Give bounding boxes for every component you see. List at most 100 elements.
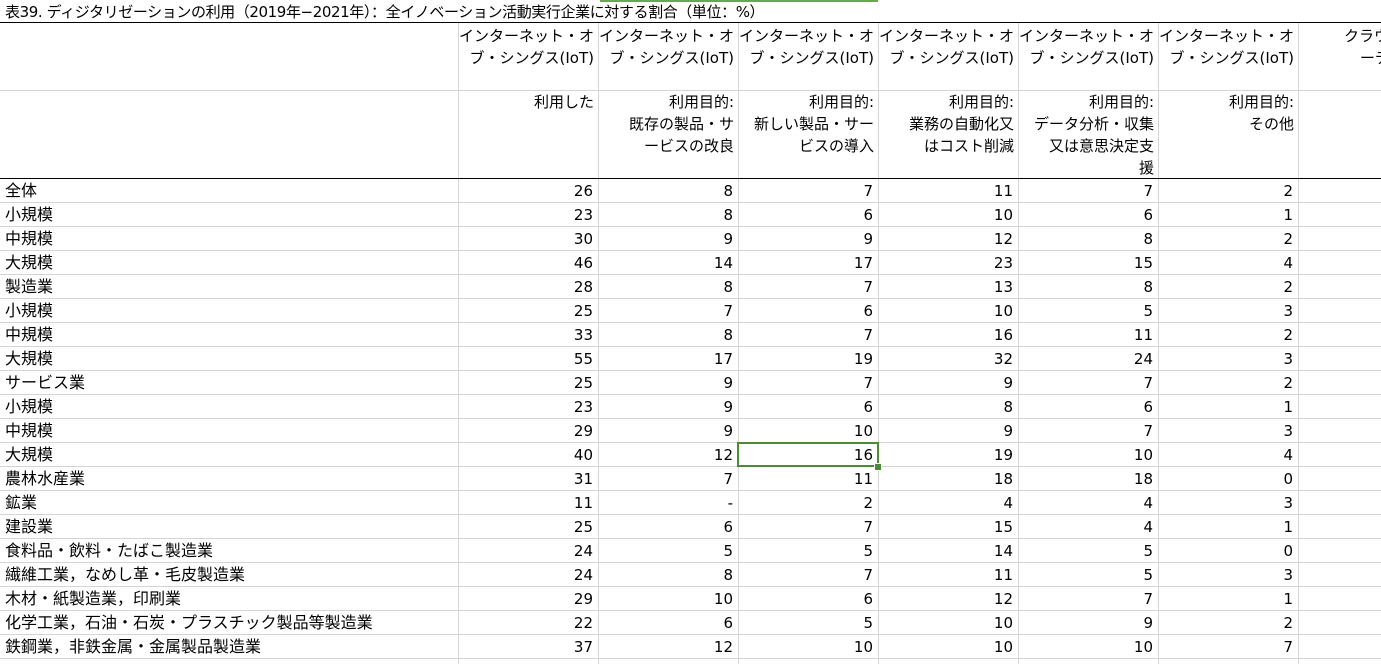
table-cell[interactable]: 12: [598, 443, 738, 467]
table-cell[interactable]: 33: [458, 323, 598, 347]
table-cell[interactable]: 26: [458, 179, 598, 203]
table-cell[interactable]: 10: [878, 611, 1018, 635]
row-label[interactable]: 大規模: [5, 347, 455, 371]
table-cell[interactable]: 6: [1018, 395, 1158, 419]
row-label[interactable]: 木材・紙製造業，印刷業: [5, 587, 455, 611]
table-cell[interactable]: 29: [458, 587, 598, 611]
row-label[interactable]: 小規模: [5, 299, 455, 323]
table-cell[interactable]: 25: [458, 299, 598, 323]
table-cell[interactable]: 18: [878, 467, 1018, 491]
table-cell[interactable]: 19: [878, 443, 1018, 467]
table-cell[interactable]: 7: [598, 467, 738, 491]
table-cell[interactable]: 3: [1158, 563, 1298, 587]
table-cell[interactable]: 17: [598, 347, 738, 371]
row-label[interactable]: 鉄鋼業，非鉄金属・金属製品製造業: [5, 635, 455, 659]
table-cell[interactable]: 12: [878, 227, 1018, 251]
table-cell[interactable]: 3: [1158, 419, 1298, 443]
table-cell-empty[interactable]: [1298, 563, 1381, 587]
column-subheader[interactable]: 利用目的: 既存の製品・サ ービスの改良: [598, 91, 738, 157]
table-cell[interactable]: 7: [738, 371, 878, 395]
table-cell[interactable]: 24: [1018, 347, 1158, 371]
table-cell[interactable]: 31: [458, 467, 598, 491]
table-cell-empty[interactable]: [1298, 179, 1381, 203]
table-cell[interactable]: 15: [878, 515, 1018, 539]
table-cell-empty[interactable]: [1298, 539, 1381, 563]
table-cell[interactable]: 23: [458, 203, 598, 227]
table-cell-empty[interactable]: [1298, 587, 1381, 611]
table-cell[interactable]: -: [598, 491, 738, 515]
table-cell[interactable]: 28: [458, 275, 598, 299]
table-cell[interactable]: 17: [738, 251, 878, 275]
table-cell[interactable]: 1: [1158, 515, 1298, 539]
table-cell[interactable]: 2: [1158, 371, 1298, 395]
row-label[interactable]: 建設業: [5, 515, 455, 539]
table-cell[interactable]: 10: [878, 299, 1018, 323]
table-cell[interactable]: 5: [1018, 563, 1158, 587]
table-cell-empty[interactable]: [1298, 251, 1381, 275]
table-cell[interactable]: 6: [1018, 203, 1158, 227]
row-label[interactable]: 大規模: [5, 251, 455, 275]
table-cell[interactable]: 4: [878, 491, 1018, 515]
table-cell[interactable]: 3: [1158, 299, 1298, 323]
column-subheader[interactable]: 利用した: [458, 91, 598, 113]
table-cell[interactable]: 11: [878, 179, 1018, 203]
table-cell[interactable]: 8: [598, 563, 738, 587]
table-cell[interactable]: 19: [738, 347, 878, 371]
column-group-header[interactable]: インターネット・オ ブ・シングス(IoT): [878, 25, 1018, 69]
table-cell[interactable]: 11: [878, 563, 1018, 587]
table-cell[interactable]: 7: [1018, 587, 1158, 611]
table-title[interactable]: 表39. ディジタリゼーションの利用（2019年−2021年）：全イノベーション…: [5, 1, 765, 23]
row-label[interactable]: 小規模: [5, 395, 455, 419]
row-label[interactable]: サービス業: [5, 371, 455, 395]
table-cell[interactable]: 8: [598, 203, 738, 227]
table-cell[interactable]: 4: [1018, 491, 1158, 515]
table-cell[interactable]: 8: [598, 179, 738, 203]
table-cell[interactable]: 5: [738, 539, 878, 563]
table-cell[interactable]: 6: [738, 203, 878, 227]
row-label[interactable]: 中規模: [5, 227, 455, 251]
table-cell[interactable]: 0: [1158, 539, 1298, 563]
table-cell[interactable]: 24: [458, 539, 598, 563]
table-cell[interactable]: 15: [1018, 251, 1158, 275]
table-cell-empty[interactable]: [1298, 443, 1381, 467]
table-cell[interactable]: 6: [738, 299, 878, 323]
table-cell[interactable]: 2: [738, 491, 878, 515]
table-cell-empty[interactable]: [1298, 347, 1381, 371]
column-group-header[interactable]: インターネット・オ ブ・シングス(IoT): [1018, 25, 1158, 69]
table-cell[interactable]: 12: [598, 635, 738, 659]
table-cell[interactable]: 10: [1018, 635, 1158, 659]
column-subheader[interactable]: 利用目的: その他: [1158, 91, 1298, 135]
table-cell[interactable]: 30: [458, 227, 598, 251]
table-cell[interactable]: 8: [1018, 275, 1158, 299]
table-cell[interactable]: 9: [878, 419, 1018, 443]
table-cell[interactable]: 8: [878, 395, 1018, 419]
table-cell[interactable]: 5: [598, 539, 738, 563]
table-cell[interactable]: 4: [1018, 515, 1158, 539]
table-cell[interactable]: 10: [738, 635, 878, 659]
table-cell[interactable]: 5: [1018, 539, 1158, 563]
table-cell[interactable]: 7: [738, 323, 878, 347]
table-cell-empty[interactable]: [1298, 635, 1381, 659]
table-cell[interactable]: 7: [738, 515, 878, 539]
table-cell[interactable]: 5: [738, 611, 878, 635]
column-group-header[interactable]: インターネット・オ ブ・シングス(IoT): [458, 25, 598, 69]
table-cell[interactable]: 25: [458, 515, 598, 539]
table-cell-empty[interactable]: [1298, 275, 1381, 299]
row-label[interactable]: 食料品・飲料・たばこ製造業: [5, 539, 455, 563]
table-cell[interactable]: 29: [458, 419, 598, 443]
table-cell[interactable]: 7: [738, 275, 878, 299]
table-cell[interactable]: 9: [598, 371, 738, 395]
table-cell[interactable]: 10: [1018, 443, 1158, 467]
table-cell[interactable]: 6: [598, 611, 738, 635]
table-cell[interactable]: 10: [878, 203, 1018, 227]
table-cell[interactable]: 25: [458, 371, 598, 395]
table-cell[interactable]: 8: [598, 275, 738, 299]
table-cell[interactable]: 7: [738, 563, 878, 587]
table-cell[interactable]: 2: [1158, 323, 1298, 347]
table-cell-empty[interactable]: [1298, 419, 1381, 443]
table-cell[interactable]: 14: [878, 539, 1018, 563]
table-cell[interactable]: 40: [458, 443, 598, 467]
table-cell[interactable]: 16: [878, 323, 1018, 347]
row-label[interactable]: 全体: [5, 179, 455, 203]
table-cell[interactable]: 55: [458, 347, 598, 371]
